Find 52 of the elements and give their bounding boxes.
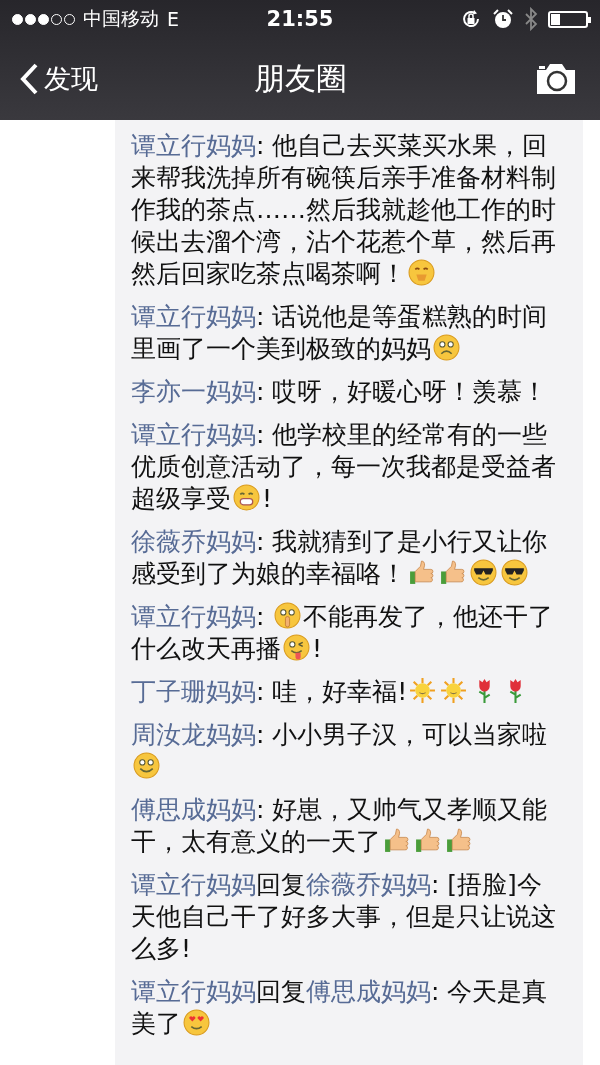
comment-text: 李亦一妈妈: 哎呀，好暖心呀！羡慕！ [131,376,549,408]
thumbs-up-icon [414,827,441,854]
user-name-link[interactable]: 傅思成妈妈 [306,977,431,1006]
user-name-link[interactable]: 傅思成妈妈 [131,795,256,824]
sunglasses-emoji-icon [501,559,528,586]
thumbs-up-icon [408,559,435,586]
user-name-link[interactable]: 谭立行妈妈 [131,420,256,449]
giggle-emoji-icon [408,259,435,286]
heart-eyes-emoji-icon [183,1009,210,1036]
network-type: E [167,8,179,30]
comment-text: 徐薇乔妈妈: 我就猜到了是小行又让你感受到了为娘的幸福咯！ [131,526,549,590]
grin-emoji-icon [233,484,260,511]
rotation-lock-icon [460,8,482,30]
comment-text: 谭立行妈妈回复傅思成妈妈: 今天是真美了 [131,976,549,1040]
user-name-link[interactable]: 徐薇乔妈妈 [306,870,431,899]
smiley-emoji-icon [133,752,160,779]
bluetooth-icon [524,7,538,31]
user-name-link[interactable]: 徐薇乔妈妈 [131,527,256,556]
sun-icon [440,677,468,704]
user-name-link[interactable]: 谭立行妈妈 [131,131,256,160]
user-name-link[interactable]: 丁子珊妈妈 [131,677,256,706]
user-name-link[interactable]: 李亦一妈妈 [131,377,256,406]
user-name-link[interactable]: 谭立行妈妈 [131,302,256,331]
thumbs-up-icon [445,827,472,854]
comment-text: 周汝龙妈妈: 小小男子汉，可以当家啦 [131,719,565,783]
page-title: 朋友圈 [253,60,347,96]
user-name-link[interactable]: 周汝龙妈妈 [131,720,256,749]
shush-emoji-icon [274,602,302,629]
comment-text: 谭立行妈妈: 不能再发了，他还干了什么改天再播 ! [131,601,555,665]
comment-text: 谭立行妈妈: 他自己去买菜买水果，回来帮我洗掉所有碗筷后亲手准备材料制作我的茶点……然后我就趁他工作的时候出去溜个湾，沾个花惹个草，然后再然后回家吃茶点喝茶啊！ [131,130,557,290]
frown-emoji-icon [433,334,460,361]
comment-text: 谭立行妈妈回复徐薇乔妈妈: [捂脸]今天他自己干了好多大事，但是只让说这么多! [131,869,557,965]
comment-text: 傅思成妈妈: 好崽，又帅气又孝顺又能干，太有意义的一天了 [131,794,549,858]
sun-icon [409,677,437,704]
user-name-link[interactable]: 谭立行妈妈 [131,870,256,899]
user-name-link[interactable]: 谭立行妈妈 [131,977,256,1006]
alarm-icon [492,8,514,30]
comment-text: 谭立行妈妈: 话说他是等蛋糕熟的时间里画了一个美到极致的妈妈 [131,301,549,365]
thumbs-up-icon [439,559,466,586]
user-name-link[interactable]: 谭立行妈妈 [131,602,256,631]
back-button[interactable]: 发现 [18,61,98,97]
comment-text: 谭立行妈妈: 他学校里的经常有的一些优质创意活动了，每一次我都是受益者超级享受 ! [131,419,557,515]
carrier-name: 中国移动 [83,6,159,31]
camera-icon [534,62,578,96]
back-icon [18,62,40,96]
wink-emoji-icon [283,634,310,661]
battery-icon [548,10,588,28]
thumbs-up-icon [383,827,410,854]
status-time: 21:55 [266,7,334,31]
sunglasses-emoji-icon [470,559,497,586]
camera-button[interactable] [534,62,578,96]
comment-text: 丁子珊妈妈: 哇，好幸福! [131,676,565,708]
